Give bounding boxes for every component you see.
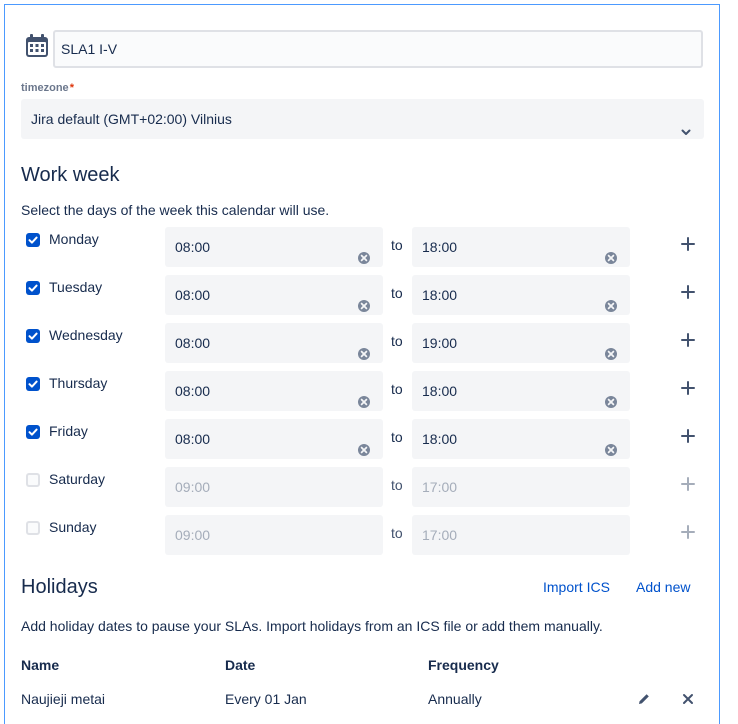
day-checkbox[interactable] bbox=[26, 377, 40, 391]
day-label: Thursday bbox=[49, 375, 108, 391]
start-time-value: 09:00 bbox=[175, 527, 211, 543]
start-time-input[interactable]: 08:00 bbox=[165, 419, 383, 459]
import-ics-link[interactable]: Import ICS bbox=[543, 579, 610, 595]
checkbox-check-icon bbox=[28, 428, 38, 436]
checkbox-check-icon bbox=[28, 380, 38, 388]
start-time-input[interactable]: 09:00 bbox=[165, 515, 383, 555]
column-header-name: Name bbox=[21, 657, 60, 673]
end-time-value: 19:00 bbox=[422, 335, 458, 351]
to-label: to bbox=[391, 333, 403, 349]
end-time-input[interactable]: 17:00 bbox=[412, 515, 630, 555]
day-row-saturday: Saturday 09:00 17:00 to bbox=[0, 467, 738, 507]
to-label: to bbox=[391, 525, 403, 541]
plus-icon[interactable] bbox=[680, 428, 696, 444]
column-header-frequency: Frequency bbox=[428, 657, 499, 673]
clear-icon[interactable] bbox=[604, 432, 618, 456]
end-time-value: 17:00 bbox=[422, 479, 458, 495]
holiday-date: Every 01 Jan bbox=[225, 691, 307, 707]
plus-icon[interactable] bbox=[680, 236, 696, 252]
end-time-input[interactable]: 18:00 bbox=[412, 371, 630, 411]
start-time-input[interactable]: 08:00 bbox=[165, 227, 383, 267]
day-row-tuesday: Tuesday 08:00 18:00 to bbox=[0, 275, 738, 315]
to-label: to bbox=[391, 477, 403, 493]
checkbox-check-icon bbox=[28, 236, 38, 244]
end-time-value: 18:00 bbox=[422, 431, 458, 447]
day-label: Friday bbox=[49, 423, 88, 439]
start-time-value: 08:00 bbox=[175, 335, 211, 351]
holidays-heading: Holidays bbox=[21, 576, 98, 598]
start-time-input[interactable]: 08:00 bbox=[165, 275, 383, 315]
calendar-icon bbox=[24, 33, 50, 59]
day-checkbox[interactable] bbox=[26, 473, 40, 487]
to-label: to bbox=[391, 237, 403, 253]
column-header-date: Date bbox=[225, 657, 256, 673]
end-time-value: 17:00 bbox=[422, 527, 458, 543]
timezone-select[interactable]: Jira default (GMT+02:00) Vilnius bbox=[21, 99, 704, 139]
end-time-value: 18:00 bbox=[422, 287, 458, 303]
to-label: to bbox=[391, 285, 403, 301]
chevron-down-icon bbox=[680, 113, 692, 135]
end-time-input[interactable]: 19:00 bbox=[412, 323, 630, 363]
checkbox-check-icon bbox=[28, 284, 38, 292]
clear-icon[interactable] bbox=[357, 432, 371, 456]
clear-icon[interactable] bbox=[604, 336, 618, 360]
start-time-input[interactable]: 08:00 bbox=[165, 323, 383, 363]
plus-icon[interactable] bbox=[680, 476, 696, 492]
work-week-description: Select the days of the week this calenda… bbox=[21, 202, 330, 218]
timezone-label: timezone* bbox=[21, 82, 74, 94]
day-label: Sunday bbox=[49, 519, 97, 535]
edit-pencil-icon[interactable] bbox=[637, 692, 651, 706]
start-time-value: 08:00 bbox=[175, 239, 211, 255]
day-checkbox[interactable] bbox=[26, 521, 40, 535]
work-week-heading: Work week bbox=[21, 164, 120, 186]
start-time-input[interactable]: 08:00 bbox=[165, 371, 383, 411]
day-label: Tuesday bbox=[49, 279, 103, 295]
plus-icon[interactable] bbox=[680, 284, 696, 300]
day-label: Monday bbox=[49, 231, 99, 247]
plus-icon[interactable] bbox=[680, 380, 696, 396]
day-checkbox[interactable] bbox=[26, 425, 40, 439]
holiday-name: Naujieji metai bbox=[21, 691, 106, 707]
to-label: to bbox=[391, 381, 403, 397]
required-marker: * bbox=[69, 82, 74, 94]
day-row-thursday: Thursday 08:00 18:00 to bbox=[0, 371, 738, 411]
clear-icon[interactable] bbox=[357, 288, 371, 312]
start-time-value: 09:00 bbox=[175, 479, 211, 495]
plus-icon[interactable] bbox=[680, 332, 696, 348]
add-new-holiday-link[interactable]: Add new bbox=[636, 579, 690, 595]
day-label: Wednesday bbox=[49, 327, 123, 343]
end-time-value: 18:00 bbox=[422, 239, 458, 255]
calendar-name-input[interactable]: SLA1 I-V bbox=[53, 30, 703, 68]
end-time-input[interactable]: 18:00 bbox=[412, 227, 630, 267]
clear-icon[interactable] bbox=[357, 384, 371, 408]
day-checkbox[interactable] bbox=[26, 233, 40, 247]
day-row-wednesday: Wednesday 08:00 19:00 to bbox=[0, 323, 738, 363]
start-time-value: 08:00 bbox=[175, 287, 211, 303]
day-label: Saturday bbox=[49, 471, 106, 487]
holiday-frequency: Annually bbox=[428, 691, 482, 707]
end-time-input[interactable]: 18:00 bbox=[412, 275, 630, 315]
end-time-value: 18:00 bbox=[422, 383, 458, 399]
holidays-description: Add holiday dates to pause your SLAs. Im… bbox=[21, 618, 603, 634]
end-time-input[interactable]: 18:00 bbox=[412, 419, 630, 459]
to-label: to bbox=[391, 429, 403, 445]
day-row-friday: Friday 08:00 18:00 to bbox=[0, 419, 738, 459]
day-checkbox[interactable] bbox=[26, 329, 40, 343]
start-time-input[interactable]: 09:00 bbox=[165, 467, 383, 507]
day-row-sunday: Sunday 09:00 17:00 to bbox=[0, 515, 738, 555]
start-time-value: 08:00 bbox=[175, 431, 211, 447]
start-time-value: 08:00 bbox=[175, 383, 211, 399]
end-time-input[interactable]: 17:00 bbox=[412, 467, 630, 507]
checkbox-check-icon bbox=[28, 332, 38, 340]
day-checkbox[interactable] bbox=[26, 281, 40, 295]
clear-icon[interactable] bbox=[357, 336, 371, 360]
close-icon[interactable] bbox=[681, 692, 695, 706]
clear-icon[interactable] bbox=[604, 288, 618, 312]
day-row-monday: Monday 08:00 18:00 to bbox=[0, 227, 738, 267]
clear-icon[interactable] bbox=[604, 384, 618, 408]
clear-icon[interactable] bbox=[357, 240, 371, 264]
plus-icon[interactable] bbox=[680, 524, 696, 540]
timezone-value: Jira default (GMT+02:00) Vilnius bbox=[31, 111, 232, 127]
clear-icon[interactable] bbox=[604, 240, 618, 264]
